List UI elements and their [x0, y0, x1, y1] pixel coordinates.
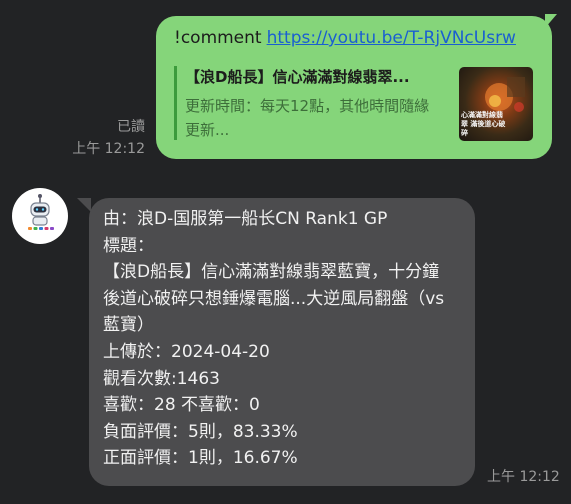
- bot-avatar[interactable]: [12, 188, 68, 244]
- incoming-timestamp: 上午 12:12: [487, 469, 560, 485]
- link-preview-bar: [174, 66, 177, 140]
- incoming-message-text: 由：浪D-国服第一船长CN Rank1 GP 標題： 【浪D船長】信心滿滿對線翡…: [103, 206, 455, 472]
- negative-reviews-line: 負面評價：5則，83.33%: [103, 421, 298, 442]
- command-text: !comment: [174, 28, 262, 48]
- youtube-link[interactable]: https://youtu.be/T-RjVNcUsrw: [267, 28, 516, 48]
- link-preview-description: 更新時間：每天12點，其他時間隨緣更新...: [185, 97, 430, 139]
- outgoing-bubble-tail: [545, 14, 557, 28]
- likes-line: 喜歡：28 不喜歡：0: [103, 395, 260, 416]
- upload-date-line: 上傳於：2024-04-20: [103, 341, 270, 362]
- outgoing-message-bubble[interactable]: !comment https://youtu.be/T-RjVNcUsrw 【浪D…: [156, 16, 552, 159]
- robot-icon: [28, 194, 54, 230]
- title-label-line: 標題：: [103, 235, 154, 256]
- incoming-message-bubble[interactable]: 由：浪D-国服第一船长CN Rank1 GP 標題： 【浪D船長】信心滿滿對線翡…: [89, 198, 475, 486]
- link-preview-thumbnail[interactable]: 心滿滿對線翡翠 滿後道心破碎: [459, 67, 533, 141]
- video-title-line: 【浪D船長】信心滿滿對線翡翠藍寶，十分鐘後道心破碎只想錘爆電腦...大逆風局翻盤…: [103, 262, 445, 336]
- outgoing-message-text: !comment https://youtu.be/T-RjVNcUsrw: [174, 28, 516, 48]
- outgoing-timestamp: 上午 12:12: [72, 141, 145, 157]
- positive-reviews-line: 正面評價：1則，16.67%: [103, 448, 298, 469]
- link-preview-title[interactable]: 【浪D船長】信心滿滿對線翡翠...: [185, 66, 435, 87]
- uploader-line: 由：浪D-国服第一船长CN Rank1 GP: [103, 209, 388, 229]
- incoming-bubble-tail: [77, 198, 91, 212]
- view-count-line: 觀看次數:1463: [103, 368, 220, 389]
- read-receipt: 已讀: [117, 119, 145, 135]
- thumbnail-caption: 心滿滿對線翡翠 滿後道心破碎: [461, 111, 506, 137]
